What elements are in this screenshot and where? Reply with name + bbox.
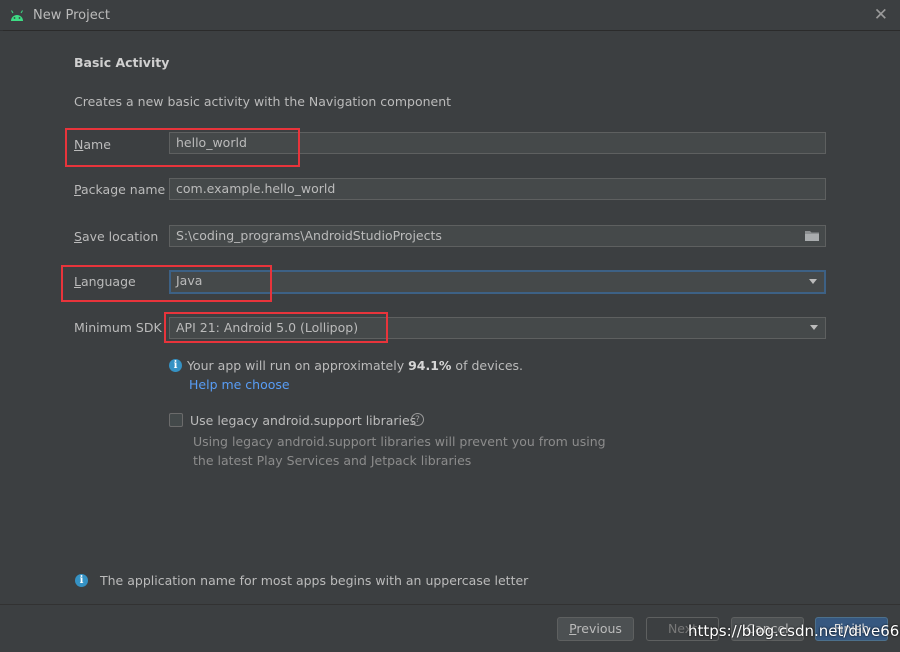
legacy-note-line2: the latest Play Services and Jetpack lib… — [193, 453, 472, 468]
package-name-input[interactable]: com.example.hello_world — [169, 178, 826, 200]
help-me-choose-link[interactable]: Help me choose — [189, 377, 290, 392]
language-value: Java — [176, 273, 203, 288]
minimum-sdk-value: API 21: Android 5.0 (Lollipop) — [176, 320, 359, 335]
android-logo-icon — [11, 10, 23, 21]
window-title: New Project — [33, 8, 110, 23]
package-name-label: Package name — [74, 182, 166, 197]
page-description: Creates a new basic activity with the Na… — [74, 94, 452, 109]
sdk-coverage-text: Your app will run on approximately 94.1%… — [187, 358, 523, 373]
minimum-sdk-dropdown[interactable]: API 21: Android 5.0 (Lollipop) — [169, 317, 826, 339]
question-icon[interactable]: ? — [411, 413, 424, 426]
info-icon: i — [169, 359, 182, 372]
language-label: Language — [74, 274, 136, 289]
watermark: https://blog.csdn.net/dive668 — [688, 622, 900, 640]
close-icon[interactable]: ✕ — [874, 5, 888, 25]
chevron-down-icon — [810, 325, 818, 330]
save-location-input[interactable]: S:\coding_programs\AndroidStudioProjects — [169, 225, 826, 247]
language-dropdown[interactable]: Java — [169, 270, 826, 294]
name-input[interactable]: hello_world — [169, 132, 826, 154]
title-bar: New Project ✕ — [0, 0, 900, 31]
minimum-sdk-label: Minimum SDK — [74, 320, 162, 335]
previous-button[interactable]: Previous — [557, 617, 634, 641]
new-project-form: Basic Activity Creates a new basic activ… — [0, 31, 900, 604]
save-location-value: S:\coding_programs\AndroidStudioProjects — [176, 228, 442, 243]
chevron-down-icon — [809, 279, 817, 284]
name-label: Name — [74, 137, 111, 152]
info-icon: i — [75, 574, 88, 587]
page-heading: Basic Activity — [74, 55, 170, 70]
legacy-libraries-checkbox[interactable] — [169, 413, 183, 427]
save-location-label: Save location — [74, 229, 159, 244]
legacy-libraries-label[interactable]: Use legacy android.support libraries — [190, 413, 416, 428]
app-name-hint: The application name for most apps begin… — [100, 573, 529, 588]
folder-icon[interactable] — [805, 230, 819, 241]
legacy-note-line1: Using legacy android.support libraries w… — [193, 434, 606, 449]
